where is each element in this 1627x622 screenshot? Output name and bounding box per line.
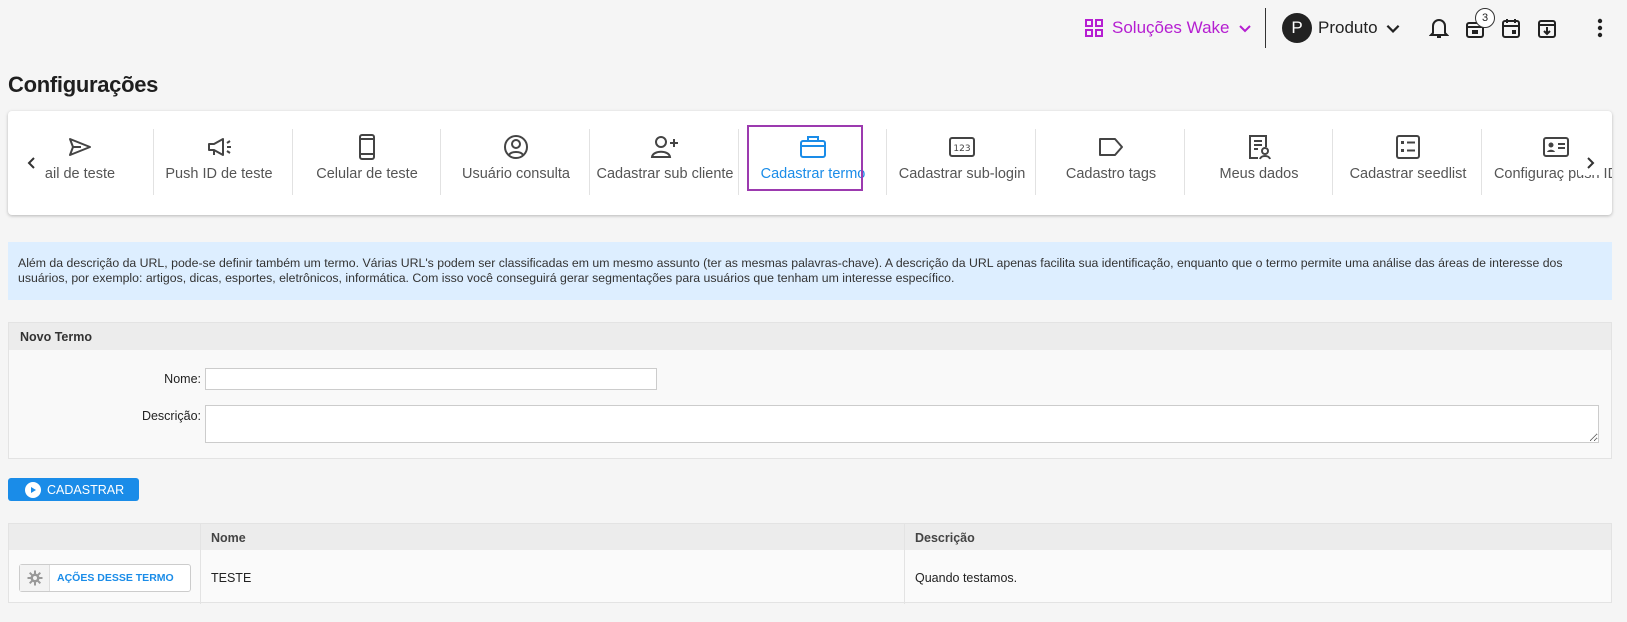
- add-user-icon: [650, 136, 678, 158]
- carousel-item-cadastrar-sub-cliente[interactable]: Cadastrar sub cliente: [591, 129, 739, 201]
- more-vertical-icon[interactable]: [1588, 16, 1612, 40]
- table-header: Nome Descrição: [9, 524, 1611, 550]
- tag-icon: [1099, 138, 1123, 156]
- carousel-item-cadastrar-sub-login[interactable]: 123 Cadastrar sub-login: [888, 129, 1036, 201]
- carousel-item-label: Usuário consulta: [462, 166, 570, 182]
- cadastrar-label: CADASTRAR: [47, 482, 125, 497]
- carousel-item-label: Cadastro tags: [1065, 166, 1157, 182]
- svg-text:123: 123: [953, 144, 970, 154]
- megaphone-icon: [208, 138, 231, 156]
- term-actions-button[interactable]: AÇÕES DESSE TERMO: [19, 564, 191, 592]
- active-item-highlight: [747, 125, 863, 191]
- cadastrar-button[interactable]: CADASTRAR: [8, 478, 139, 501]
- carousel-item-label: Push ID de teste: [165, 166, 273, 182]
- id-card-icon: [1543, 137, 1569, 157]
- carousel-item-push-id-teste[interactable]: Push ID de teste: [145, 129, 293, 201]
- user-circle-icon: [504, 135, 528, 159]
- new-term-panel: Novo Termo Nome: Descrição:: [8, 322, 1612, 459]
- account-label: Produto: [1318, 18, 1378, 37]
- top-bar: Soluções Wake P Produto 3: [0, 0, 1627, 56]
- carousel-item-label: Cadastrar sub cliente: [596, 166, 734, 182]
- notification-badge: 3: [1475, 8, 1495, 28]
- numeric-icon: 123: [949, 137, 975, 157]
- grid-icon: [1085, 19, 1103, 37]
- carousel-item-meus-dados[interactable]: Meus dados: [1185, 129, 1333, 201]
- page-title: Configurações: [8, 72, 159, 97]
- carousel-item-celular-teste[interactable]: Celular de teste: [293, 129, 441, 201]
- profile-doc-icon: [1249, 135, 1271, 160]
- carousel-item-label: Cadastrar seedlist: [1349, 166, 1467, 182]
- carousel-item-cadastro-tags[interactable]: Cadastro tags: [1037, 129, 1185, 201]
- cell-name: TESTE: [211, 571, 252, 585]
- gear-icon: [20, 565, 50, 591]
- calendar-icon[interactable]: [1499, 16, 1523, 40]
- solutions-label: Soluções Wake: [1112, 18, 1230, 37]
- settings-carousel: ail de teste Push ID de teste Celular de…: [8, 111, 1612, 215]
- account-menu[interactable]: P Produto: [1282, 13, 1402, 43]
- send-icon: [69, 138, 91, 156]
- carousel-item-label: Cadastrar sub-login: [898, 166, 1026, 182]
- chevron-left-icon[interactable]: [20, 151, 44, 175]
- info-box: Além da descrição da URL, pode-se defini…: [8, 242, 1612, 300]
- carousel-item-label: Celular de teste: [316, 166, 418, 182]
- panel-title: Novo Termo: [9, 323, 1611, 350]
- name-input[interactable]: [205, 368, 657, 390]
- chevron-down-icon: [1239, 25, 1252, 33]
- description-input[interactable]: [205, 405, 1599, 443]
- terms-table: Nome Descrição AÇÕES DESSE TERMO TESTE Q…: [8, 523, 1612, 604]
- chevron-right-icon[interactable]: [1578, 151, 1602, 175]
- play-icon: [25, 481, 41, 498]
- archive-download-icon[interactable]: [1535, 16, 1559, 40]
- checklist-icon: [1396, 135, 1420, 159]
- phone-icon: [359, 134, 375, 160]
- description-label: Descrição:: [141, 409, 201, 423]
- carousel-item-label: Meus dados: [1219, 166, 1299, 182]
- solutions-menu[interactable]: Soluções Wake: [1084, 16, 1253, 40]
- cell-description: Quando testamos.: [915, 571, 1018, 585]
- inbox-icon[interactable]: 3: [1463, 8, 1495, 40]
- carousel-item-cadastrar-seedlist[interactable]: Cadastrar seedlist: [1334, 129, 1482, 201]
- carousel-item-usuario-consulta[interactable]: Usuário consulta: [442, 129, 590, 201]
- bell-icon[interactable]: [1427, 16, 1451, 40]
- column-header-description: Descrição: [915, 531, 975, 545]
- column-header-name: Nome: [211, 531, 246, 545]
- chevron-down-icon: [1386, 24, 1399, 33]
- avatar: P: [1282, 13, 1312, 43]
- header-divider: [1265, 8, 1266, 48]
- column-divider: [904, 524, 905, 604]
- term-actions-label: AÇÕES DESSE TERMO: [57, 572, 174, 584]
- name-label: Nome:: [164, 372, 201, 386]
- column-divider: [200, 524, 201, 604]
